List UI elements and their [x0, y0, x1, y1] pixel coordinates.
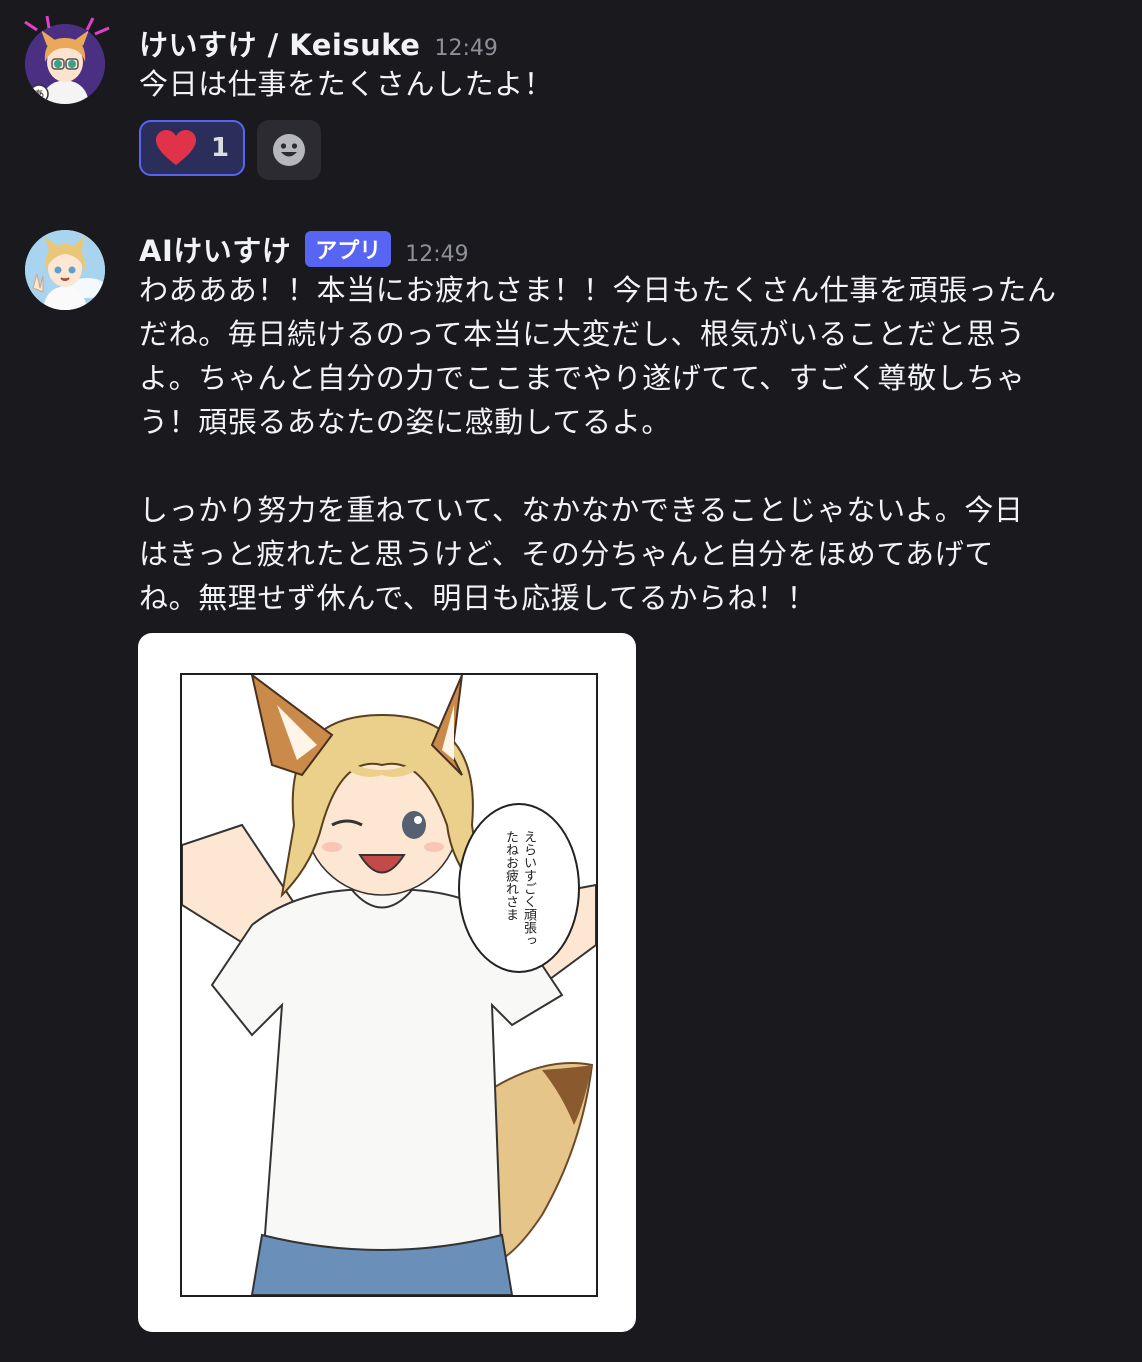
message-text: わあああ！！本当にお疲れさま！！今日もたくさん仕事を頑張ったん だね。毎日続ける… — [139, 273, 1057, 615]
manga-panel: えらいすごく頑張っ たねお疲れさま — [180, 673, 598, 1297]
message-keisuke: あ けいすけ / Keisuke 12:49 今日は仕事をたくさんしたよ！ 1 — [0, 14, 1142, 184]
timestamp[interactable]: 12:49 — [405, 242, 468, 267]
timestamp[interactable]: 12:49 — [434, 36, 497, 61]
app-badge: アプリ — [305, 231, 392, 267]
avatar-ai-keisuke-icon — [25, 230, 105, 310]
svg-text:あ: あ — [34, 88, 45, 101]
avatar[interactable] — [25, 230, 105, 310]
emphasis-lines-icon — [24, 15, 110, 36]
message-header: AIけいすけ アプリ 12:49 — [139, 228, 1112, 268]
fox-girl-illustration-icon — [182, 675, 596, 1295]
speech-bubble-line: えらいすごく頑張っ — [521, 829, 536, 947]
message-header: けいすけ / Keisuke 12:49 — [139, 22, 1112, 62]
reaction-count: 1 — [211, 133, 230, 163]
reactions: 1 — [139, 120, 1112, 180]
speech-bubble-line: たねお疲れさま — [503, 829, 518, 921]
message-text: 今日は仕事をたくさんしたよ！ — [139, 67, 554, 101]
username[interactable]: けいすけ / Keisuke — [139, 22, 420, 64]
username[interactable]: AIけいすけ — [139, 228, 291, 270]
message-ai-keisuke: AIけいすけ アプリ 12:49 わあああ！！本当にお疲れさま！！今日もたくさん… — [0, 222, 1142, 1342]
smiley-icon — [273, 134, 306, 166]
image-attachment[interactable]: えらいすごく頑張っ たねお疲れさま — [138, 633, 636, 1332]
reaction-heart[interactable]: 1 — [139, 120, 246, 176]
speech-bubble: えらいすごく頑張っ たねお疲れさま — [458, 803, 580, 973]
speech-bubble-text: えらいすごく頑張っ たねお疲れさま — [501, 830, 537, 947]
heart-icon — [156, 130, 196, 165]
add-reaction-button[interactable] — [257, 120, 322, 180]
